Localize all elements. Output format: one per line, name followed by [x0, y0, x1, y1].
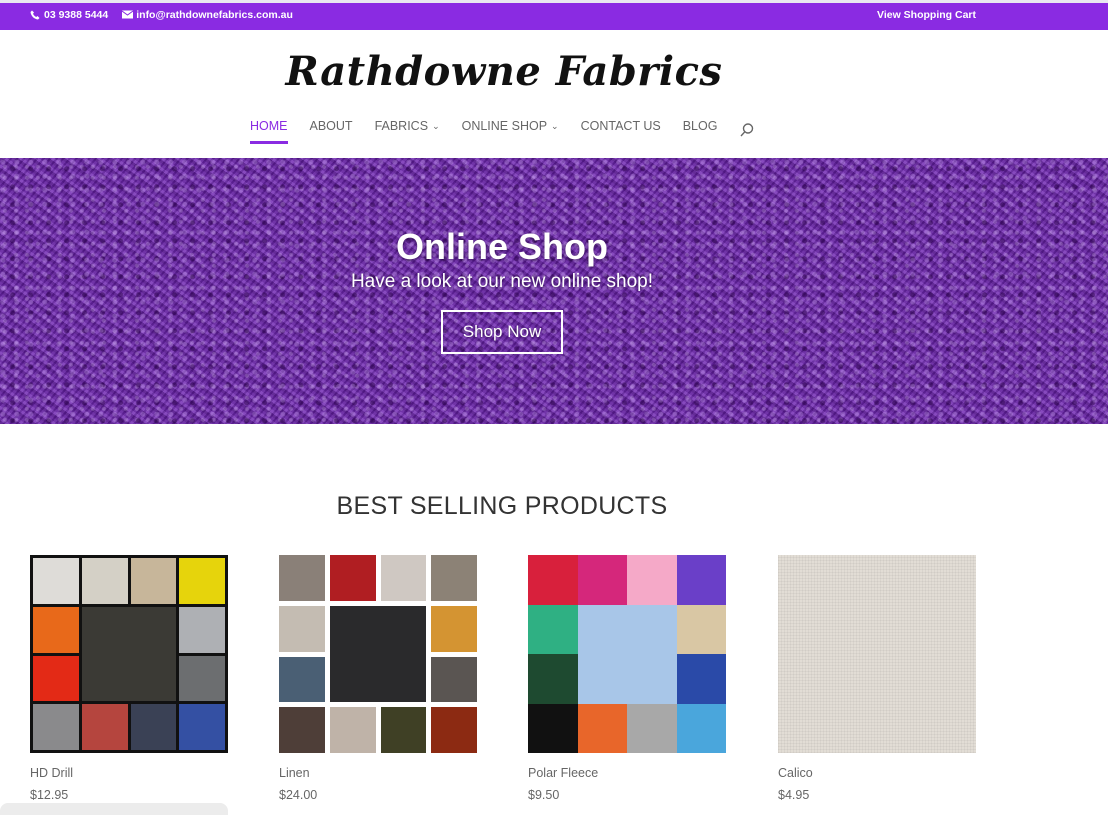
fabric-swatch — [179, 704, 225, 750]
nav-fabrics[interactable]: FABRICS ⌄ — [375, 119, 440, 145]
product-price: $9.50 — [528, 788, 560, 802]
fabric-swatch — [676, 604, 726, 654]
product-name[interactable]: HD Drill — [30, 766, 228, 780]
fabric-swatch — [528, 703, 578, 753]
fabric-swatch — [279, 656, 325, 703]
nav-blog[interactable]: BLOG — [683, 119, 718, 145]
shop-now-button[interactable]: Shop Now — [441, 310, 563, 354]
product-image[interactable] — [30, 555, 228, 753]
fabric-swatch — [279, 555, 325, 601]
hero-title: Online Shop — [396, 226, 608, 267]
fabric-swatch — [577, 555, 627, 605]
product-image[interactable] — [778, 555, 976, 753]
fabric-swatch — [577, 703, 627, 753]
fabric-swatch — [528, 555, 578, 605]
fabric-swatch — [380, 707, 427, 753]
product-name[interactable]: Calico — [778, 766, 976, 780]
fabric-swatch — [279, 707, 325, 753]
fabric-swatch — [130, 704, 177, 750]
email-text: info@rathdownefabrics.com.au — [136, 9, 293, 21]
nav-online-shop-label: ONLINE SHOP — [461, 119, 548, 133]
fabric-swatch-center — [329, 605, 427, 703]
phone-text: 03 9388 5444 — [44, 9, 109, 21]
product-card[interactable]: Linen $24.00 — [279, 555, 477, 802]
product-name[interactable]: Polar Fleece — [528, 766, 726, 780]
nav-online-shop[interactable]: ONLINE SHOP ⌄ — [462, 119, 559, 145]
fabric-swatch — [528, 654, 578, 704]
fabric-swatch — [676, 555, 726, 605]
fabric-swatch — [676, 703, 726, 753]
chevron-down-icon: ⌄ — [432, 121, 440, 131]
product-price: $24.00 — [279, 788, 318, 802]
search-icon[interactable] — [739, 122, 755, 138]
fabric-swatch — [431, 707, 477, 753]
top-bar: 03 9388 5444 info@rathdownefabrics.com.a… — [0, 0, 1108, 30]
fabric-swatch — [627, 555, 677, 605]
product-card[interactable]: HD Drill $12.95 — [30, 555, 228, 802]
fabric-swatch — [179, 606, 225, 653]
email-link[interactable]: info@rathdownefabrics.com.au — [121, 9, 293, 21]
fabric-swatch — [33, 558, 79, 604]
nav-home[interactable]: HOME — [250, 119, 288, 145]
view-cart-link[interactable]: View Shopping Cart — [877, 9, 976, 21]
fabric-swatch — [431, 555, 477, 601]
fabric-swatch — [81, 558, 128, 604]
fabric-swatch — [676, 654, 726, 704]
fabric-swatch — [431, 605, 477, 652]
fabric-swatch — [130, 558, 177, 604]
hero-subtitle: Have a look at our new online shop! — [350, 271, 654, 292]
nav-about-label: ABOUT — [309, 119, 353, 133]
nav-fabrics-label: FABRICS — [374, 119, 429, 133]
nav-about[interactable]: ABOUT — [310, 119, 353, 145]
fabric-swatch — [33, 606, 79, 653]
main-nav: HOME ABOUT FABRICS ⌄ ONLINE SHOP ⌄ CONTACT… — [250, 119, 755, 145]
fabric-swatch — [431, 656, 477, 703]
product-name[interactable]: Linen — [279, 766, 477, 780]
nav-home-label: HOME — [250, 119, 288, 133]
product-card[interactable]: Polar Fleece $9.50 — [528, 555, 726, 802]
section-title: BEST SELLING PRODUCTS — [336, 492, 668, 520]
site-logo[interactable]: Rathdowne Fabrics — [0, 48, 1008, 95]
fabric-swatch — [33, 704, 79, 750]
nav-blog-label: BLOG — [682, 119, 718, 133]
phone-link[interactable]: 03 9388 5444 — [30, 9, 108, 21]
fabric-swatch — [380, 555, 427, 601]
fabric-swatch — [179, 558, 225, 604]
fabric-swatch — [33, 655, 79, 702]
fabric-swatch — [179, 655, 225, 702]
fabric-swatch — [528, 604, 578, 654]
mail-icon — [121, 10, 134, 20]
product-card[interactable]: Calico $4.95 — [778, 555, 976, 802]
phone-icon — [30, 10, 40, 20]
nav-contact-us[interactable]: CONTACT US — [581, 119, 661, 145]
fabric-swatch — [329, 555, 376, 601]
product-image[interactable] — [279, 555, 477, 753]
hero-banner: Online Shop Have a look at our new onlin… — [0, 158, 1108, 424]
fabric-swatch — [627, 703, 677, 753]
product-price: $12.95 — [30, 788, 69, 802]
fabric-swatch-center — [81, 606, 177, 702]
fabric-swatch-center — [577, 604, 677, 704]
fabric-swatch — [329, 707, 376, 753]
product-price: $4.95 — [778, 788, 810, 802]
chevron-down-icon: ⌄ — [551, 121, 559, 131]
fabric-swatch — [279, 605, 325, 652]
nav-contact-us-label: CONTACT US — [580, 119, 661, 133]
product-image[interactable] — [528, 555, 726, 753]
bottom-scroll-bar — [0, 803, 228, 815]
fabric-swatch — [81, 704, 128, 750]
